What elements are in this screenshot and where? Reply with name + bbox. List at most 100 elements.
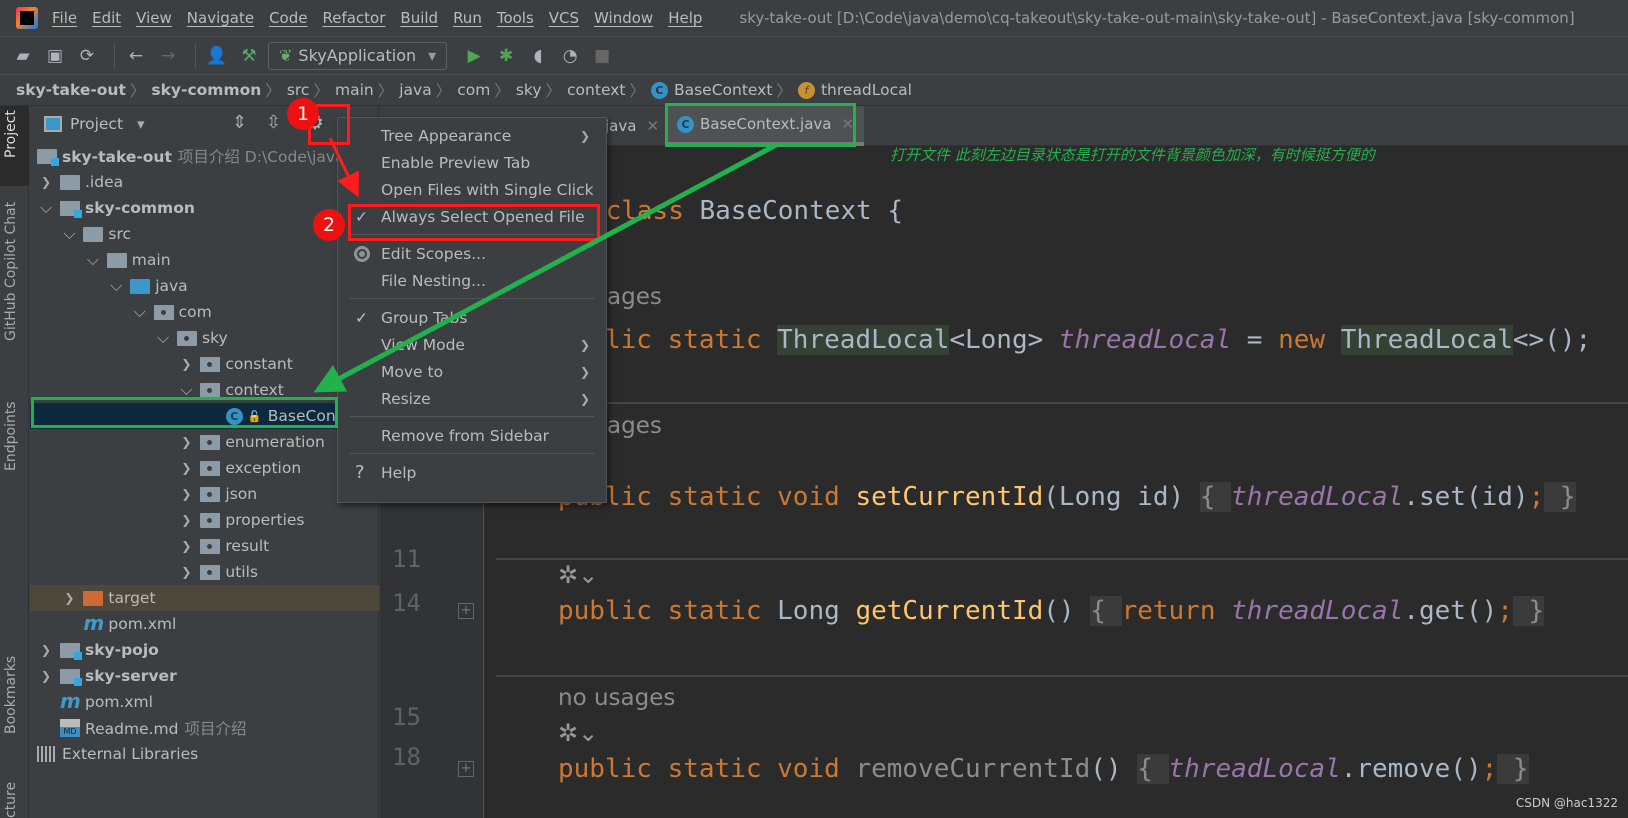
breadcrumb-item[interactable]: f threadLocal (797, 81, 912, 99)
menu-item-group-tabs[interactable]: ✓ Group Tabs (338, 304, 606, 331)
tree-item[interactable]: ⌵ main (30, 247, 379, 273)
chevron-right-icon[interactable]: ❯ (40, 669, 52, 683)
tree-item[interactable]: ❯ properties (30, 507, 379, 533)
tree-item[interactable]: ❯ .idea (30, 169, 379, 195)
menu-item-remove-from-sidebar[interactable]: Remove from Sidebar (338, 422, 606, 449)
debug-icon[interactable]: ✱ (493, 43, 519, 69)
chevron-down-icon[interactable]: ⌵ (87, 250, 99, 270)
tree-item[interactable]: ⌵ sky (30, 325, 379, 351)
tree-item[interactable]: ❯ target (30, 585, 379, 611)
user-icon[interactable]: 👤 (204, 43, 230, 69)
menu-file[interactable]: File (52, 9, 77, 27)
menu-item-open-files-with-single-click[interactable]: Open Files with Single Click (338, 176, 606, 203)
menu-tools[interactable]: Tools (497, 9, 534, 27)
save-icon[interactable]: ▣ (42, 43, 68, 69)
stripe-github-copilot-chat[interactable]: GitHub Copilot Chat (3, 202, 19, 341)
tree-item[interactable]: ❯ constant (30, 351, 379, 377)
tree-item[interactable]: sky-take-out 项目介绍 D:\Code\java\d (30, 143, 379, 169)
stop-icon[interactable]: ■ (589, 43, 615, 69)
tree-item[interactable]: ❯ result (30, 533, 379, 559)
menu-run[interactable]: Run (453, 9, 482, 27)
sync-icon[interactable]: ⟳ (74, 43, 100, 69)
menu-edit[interactable]: Edit (92, 9, 121, 27)
chevron-down-icon[interactable]: ⌵ (110, 276, 122, 296)
breadcrumb-item[interactable]: context 〉 (567, 79, 651, 101)
tree-item[interactable]: ⌵ com (30, 299, 379, 325)
breadcrumb-item[interactable]: java 〉 (399, 79, 457, 101)
tree-item[interactable]: External Libraries (30, 741, 379, 767)
open-folder-icon[interactable]: ▰ (10, 43, 36, 69)
chevron-right-icon[interactable]: ❯ (180, 435, 192, 449)
breadcrumb-item[interactable]: sky 〉 (516, 79, 567, 101)
profile-icon[interactable]: ◔ (557, 43, 583, 69)
menu-window[interactable]: Window (594, 9, 653, 27)
menu-help[interactable]: Help (668, 9, 702, 27)
chevron-right-icon[interactable]: ❯ (40, 175, 52, 189)
menu-build[interactable]: Build (400, 9, 438, 27)
chevron-right-icon[interactable]: ❯ (180, 487, 192, 501)
tree-item[interactable]: ❯ utils (30, 559, 379, 585)
run-configuration-select[interactable]: ❦ SkyApplication ▾ (268, 41, 448, 70)
menu-vcs[interactable]: VCS (549, 9, 579, 27)
menu-item-help[interactable]: ? Help (338, 459, 606, 486)
usage-hint[interactable]: ages (607, 284, 662, 310)
stripe-structure[interactable]: cture (3, 782, 19, 818)
chevron-right-icon[interactable]: ❯ (180, 565, 192, 579)
breadcrumb-item[interactable]: main 〉 (335, 79, 399, 101)
back-icon[interactable]: ← (123, 43, 149, 69)
tree-item[interactable]: MD Readme.md 项目介绍 (30, 715, 379, 741)
chevron-down-icon[interactable]: ⌵ (40, 198, 52, 218)
tree-item[interactable]: ❯ json (30, 481, 379, 507)
fold-expand-icon[interactable]: + (458, 761, 474, 777)
chevron-right-icon[interactable]: ❯ (180, 513, 192, 527)
run-icon[interactable]: ▶ (461, 43, 487, 69)
tree-item[interactable]: ⌵ java (30, 273, 379, 299)
fold-expand-icon[interactable]: + (458, 603, 474, 619)
tree-item[interactable]: ❯ sky-server (30, 663, 379, 689)
chevron-right-icon[interactable]: ❯ (180, 539, 192, 553)
breadcrumb-item[interactable]: C BaseContext 〉 (650, 79, 798, 101)
chevron-down-icon[interactable]: ▾ (137, 115, 145, 133)
breadcrumb-item[interactable]: src 〉 (287, 79, 335, 101)
breadcrumb-item[interactable]: sky-take-out 〉 (16, 79, 151, 101)
menu-item-tree-appearance[interactable]: Tree Appearance ❯ (338, 122, 606, 149)
menu-code[interactable]: Code (269, 9, 307, 27)
menu-item-enable-preview-tab[interactable]: Enable Preview Tab (338, 149, 606, 176)
menu-item-move-to[interactable]: Move to ❯ (338, 358, 606, 385)
expand-all-icon[interactable]: ⇕ (232, 112, 247, 133)
build-hammer-icon[interactable]: ⚒ (236, 43, 262, 69)
usage-hint[interactable]: ages (607, 413, 662, 439)
collapse-all-icon[interactable]: ⇳ (266, 112, 281, 133)
chevron-down-icon[interactable]: ⌵ (63, 224, 75, 244)
chevron-right-icon[interactable]: ❯ (63, 591, 75, 605)
menu-item-view-mode[interactable]: View Mode ❯ (338, 331, 606, 358)
breadcrumb-item[interactable]: sky-common 〉 (151, 79, 286, 101)
tree-item[interactable]: ❯ exception (30, 455, 379, 481)
stripe-bookmarks[interactable]: Bookmarks (3, 656, 19, 734)
chevron-right-icon[interactable]: ❯ (40, 643, 52, 657)
stripe-project[interactable]: Project (3, 110, 19, 158)
tree-item[interactable]: ❯ enumeration (30, 429, 379, 455)
tree-item[interactable]: ❯ sky-pojo (30, 637, 379, 663)
breadcrumb-item[interactable]: com 〉 (457, 79, 516, 101)
coverage-icon[interactable]: ◖ (525, 43, 551, 69)
tree-item[interactable]: m pom.xml (30, 689, 379, 715)
menu-refactor[interactable]: Refactor (322, 9, 385, 27)
menu-view[interactable]: View (136, 9, 172, 27)
menu-item-edit-scopes[interactable]: Edit Scopes... (338, 240, 606, 267)
chevron-down-icon[interactable]: ⌵ (157, 328, 169, 348)
menu-navigate[interactable]: Navigate (187, 9, 254, 27)
ai-assistant-icon[interactable]: ✲⌄ (558, 719, 598, 747)
chevron-down-icon[interactable]: ⌵ (134, 302, 146, 322)
usage-hint[interactable]: no usages (558, 685, 675, 711)
forward-icon[interactable]: → (155, 43, 181, 69)
chevron-right-icon[interactable]: ❯ (180, 357, 192, 371)
menu-item-resize[interactable]: Resize ❯ (338, 385, 606, 412)
menu-item-file-nesting[interactable]: File Nesting... (338, 267, 606, 294)
chevron-right-icon[interactable]: ❯ (180, 461, 192, 475)
ai-assistant-icon[interactable]: ✲⌄ (558, 561, 598, 589)
close-icon[interactable]: ✕ (646, 117, 659, 135)
tree-item[interactable]: m pom.xml (30, 611, 379, 637)
stripe-endpoints[interactable]: Endpoints (3, 401, 19, 471)
project-view-select[interactable]: Project (70, 115, 123, 133)
